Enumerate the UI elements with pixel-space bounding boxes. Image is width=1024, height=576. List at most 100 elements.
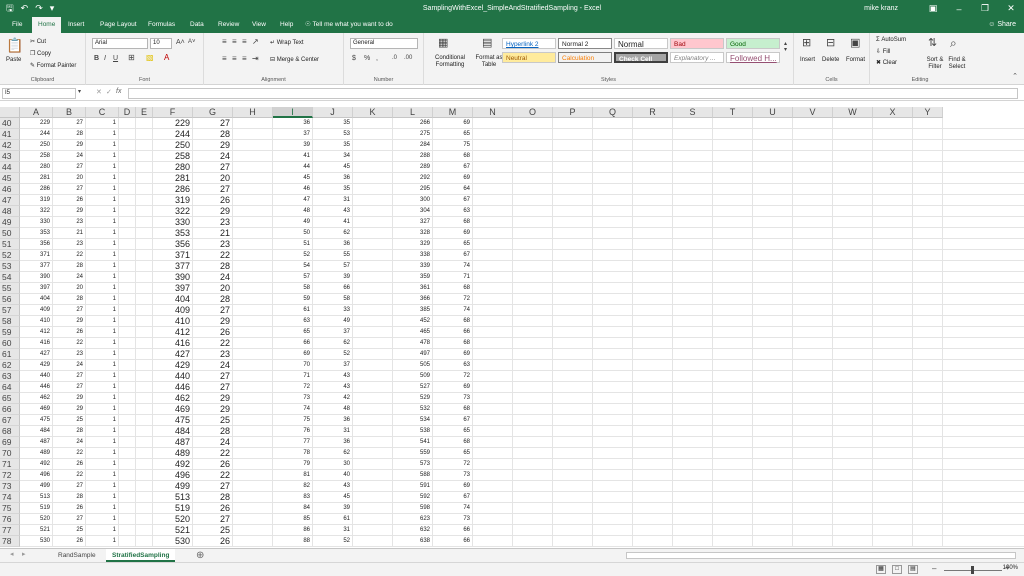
- customize-qat-icon[interactable]: ▾: [50, 4, 55, 13]
- cell-g[interactable]: 28: [193, 129, 233, 140]
- cell-m[interactable]: 68: [433, 338, 473, 349]
- cell-f[interactable]: 353: [153, 228, 193, 239]
- cell-c[interactable]: 1: [86, 272, 119, 283]
- cell-b[interactable]: 27: [53, 382, 86, 393]
- sort-filter-icon[interactable]: ⇅: [928, 38, 937, 49]
- cell-i[interactable]: 84: [273, 503, 313, 514]
- cell-l[interactable]: 527: [393, 382, 433, 393]
- cell-j[interactable]: 33: [313, 305, 353, 316]
- cell-g[interactable]: 26: [193, 459, 233, 470]
- cell-l[interactable]: 591: [393, 481, 433, 492]
- cell-b[interactable]: 22: [53, 470, 86, 481]
- normal-view-icon[interactable]: ▦: [876, 565, 886, 574]
- cell-a[interactable]: 427: [20, 349, 53, 360]
- row-header[interactable]: 77: [0, 525, 20, 536]
- cell-j[interactable]: 42: [313, 393, 353, 404]
- style-explanatory[interactable]: Explanatory ...: [670, 52, 724, 63]
- cell-a[interactable]: 281: [20, 173, 53, 184]
- cell-c[interactable]: 1: [86, 283, 119, 294]
- cell-c[interactable]: 1: [86, 173, 119, 184]
- cell-b[interactable]: 25: [53, 415, 86, 426]
- cell-a[interactable]: 519: [20, 503, 53, 514]
- styles-scroll-icon[interactable]: ▴ ▾: [784, 41, 787, 53]
- delete-button[interactable]: Delete: [822, 57, 839, 63]
- cell-l[interactable]: 592: [393, 492, 433, 503]
- cell-m[interactable]: 67: [433, 162, 473, 173]
- row-header[interactable]: 78: [0, 536, 20, 547]
- cell-j[interactable]: 36: [313, 415, 353, 426]
- name-box[interactable]: I5: [2, 88, 76, 99]
- cell-a[interactable]: 377: [20, 261, 53, 272]
- row-header[interactable]: 68: [0, 426, 20, 437]
- style-normal[interactable]: Normal: [614, 38, 668, 49]
- share-button[interactable]: ☺ Share: [988, 17, 1016, 33]
- cell-j[interactable]: 35: [313, 140, 353, 151]
- cell-i[interactable]: 59: [273, 294, 313, 305]
- conditional-formatting-button[interactable]: Conditional Formatting: [428, 55, 472, 69]
- cell-g[interactable]: 26: [193, 536, 233, 547]
- cell-l[interactable]: 529: [393, 393, 433, 404]
- cell-g[interactable]: 26: [193, 327, 233, 338]
- cell-g[interactable]: 27: [193, 481, 233, 492]
- cell-l[interactable]: 304: [393, 206, 433, 217]
- column-header-e[interactable]: E: [136, 107, 153, 118]
- cell-l[interactable]: 275: [393, 129, 433, 140]
- cell-m[interactable]: 65: [433, 129, 473, 140]
- cell-g[interactable]: 28: [193, 261, 233, 272]
- cell-j[interactable]: 41: [313, 217, 353, 228]
- row-header[interactable]: 70: [0, 448, 20, 459]
- grow-font-icon[interactable]: A˄: [176, 39, 185, 46]
- row-header[interactable]: 51: [0, 239, 20, 250]
- cell-a[interactable]: 410: [20, 316, 53, 327]
- next-sheet-icon[interactable]: ▸: [22, 551, 26, 558]
- row-header[interactable]: 49: [0, 217, 20, 228]
- column-header-o[interactable]: O: [513, 107, 553, 118]
- cell-a[interactable]: 409: [20, 305, 53, 316]
- cell-c[interactable]: 1: [86, 294, 119, 305]
- cell-l[interactable]: 289: [393, 162, 433, 173]
- font-color-icon[interactable]: A: [164, 54, 169, 62]
- tab-formulas[interactable]: Formulas: [142, 17, 181, 33]
- format-as-table-icon[interactable]: ▤: [482, 38, 492, 49]
- cell-l[interactable]: 359: [393, 272, 433, 283]
- cell-b[interactable]: 29: [53, 140, 86, 151]
- cell-i[interactable]: 61: [273, 305, 313, 316]
- cell-g[interactable]: 20: [193, 283, 233, 294]
- orientation-icon[interactable]: ↗: [252, 38, 259, 46]
- row-header[interactable]: 62: [0, 360, 20, 371]
- cell-a[interactable]: 499: [20, 481, 53, 492]
- cell-c[interactable]: 1: [86, 459, 119, 470]
- cell-j[interactable]: 55: [313, 250, 353, 261]
- row-header[interactable]: 40: [0, 118, 20, 129]
- cell-a[interactable]: 487: [20, 437, 53, 448]
- cell-i[interactable]: 45: [273, 173, 313, 184]
- row-header[interactable]: 50: [0, 228, 20, 239]
- cell-a[interactable]: 250: [20, 140, 53, 151]
- cell-b[interactable]: 29: [53, 206, 86, 217]
- underline-icon[interactable]: U: [113, 55, 118, 62]
- cell-a[interactable]: 492: [20, 459, 53, 470]
- cell-i[interactable]: 76: [273, 426, 313, 437]
- cell-b[interactable]: 22: [53, 448, 86, 459]
- cell-m[interactable]: 65: [433, 426, 473, 437]
- cell-g[interactable]: 25: [193, 525, 233, 536]
- cell-b[interactable]: 28: [53, 492, 86, 503]
- cell-g[interactable]: 27: [193, 371, 233, 382]
- cell-g[interactable]: 29: [193, 140, 233, 151]
- cell-j[interactable]: 30: [313, 459, 353, 470]
- row-header[interactable]: 75: [0, 503, 20, 514]
- cell-m[interactable]: 69: [433, 228, 473, 239]
- cell-f[interactable]: 521: [153, 525, 193, 536]
- cell-j[interactable]: 39: [313, 272, 353, 283]
- column-header-b[interactable]: B: [53, 107, 86, 118]
- cell-f[interactable]: 484: [153, 426, 193, 437]
- row-header[interactable]: 65: [0, 393, 20, 404]
- cell-a[interactable]: 440: [20, 371, 53, 382]
- cell-b[interactable]: 26: [53, 459, 86, 470]
- paste-icon[interactable]: 📋: [6, 38, 23, 52]
- cell-f[interactable]: 281: [153, 173, 193, 184]
- cell-f[interactable]: 469: [153, 404, 193, 415]
- cell-m[interactable]: 68: [433, 404, 473, 415]
- cell-i[interactable]: 37: [273, 129, 313, 140]
- column-header-f[interactable]: F: [153, 107, 193, 118]
